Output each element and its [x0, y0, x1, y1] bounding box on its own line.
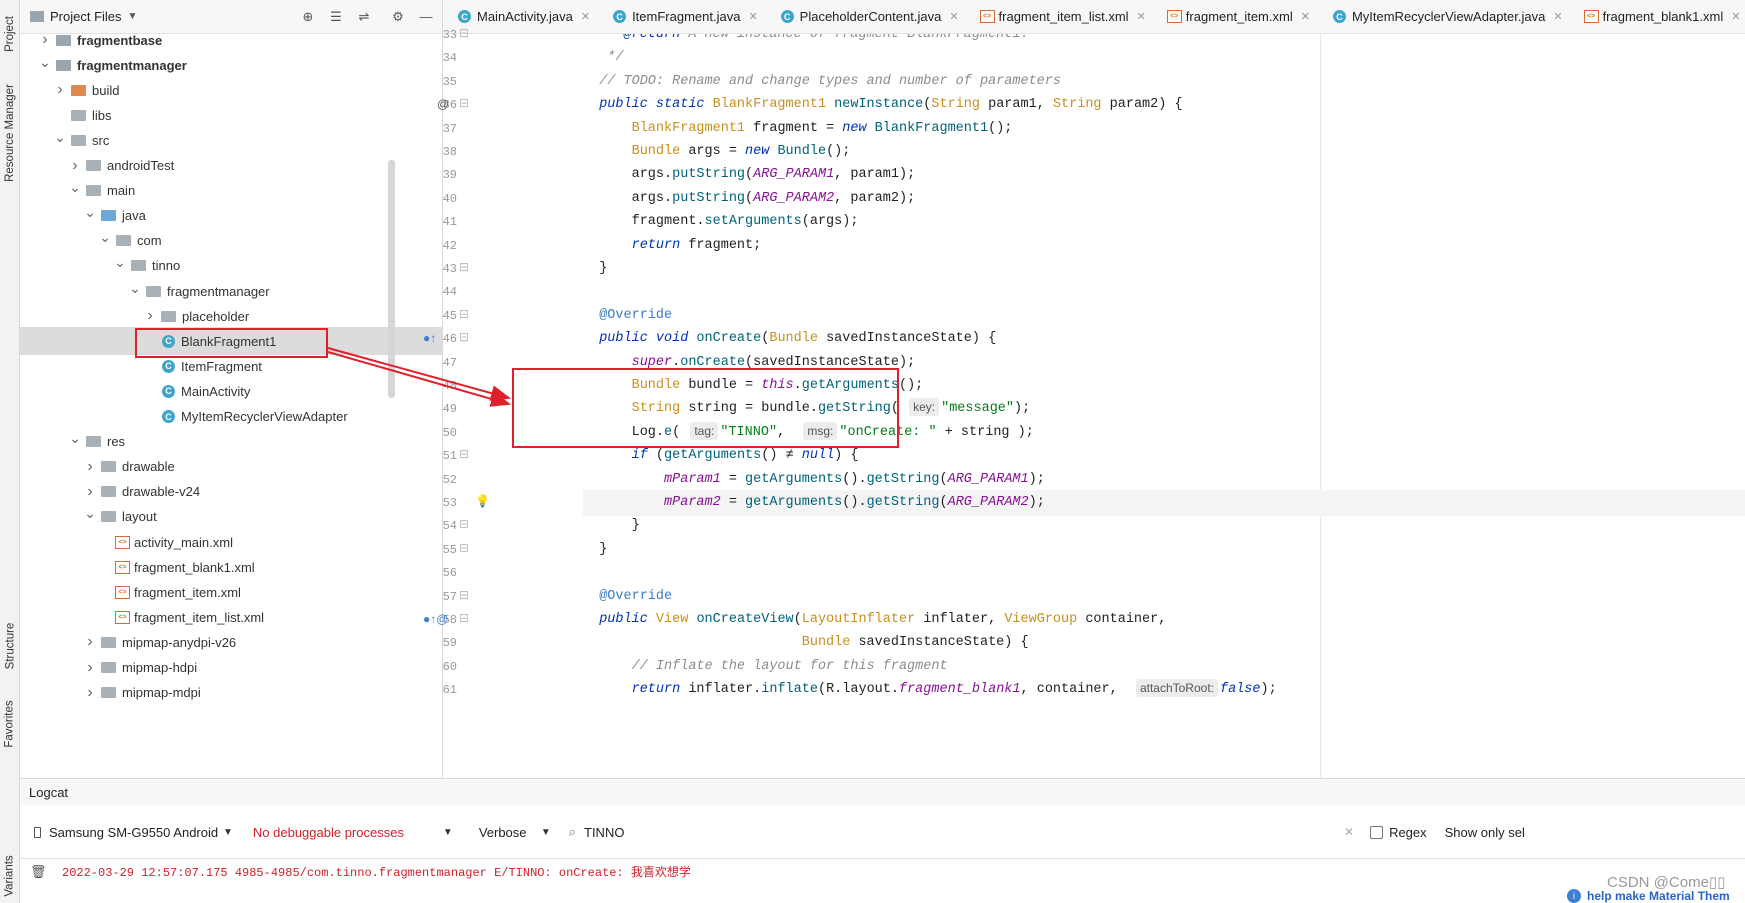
- trash-icon[interactable]: 🗑: [30, 864, 47, 880]
- watermark: CSDN @Come▯▯: [1607, 874, 1726, 891]
- regex-label: Regex: [1389, 824, 1427, 840]
- logcat-search-input[interactable]: TINNO: [584, 825, 1344, 840]
- process-selector[interactable]: No debuggable processes: [253, 825, 443, 840]
- info-icon: i: [1567, 889, 1581, 903]
- logcat-title: Logcat: [29, 785, 69, 800]
- search-icon: ⌕: [568, 824, 576, 839]
- show-only-selected-selector[interactable]: Show only sel: [1445, 825, 1525, 840]
- device-icon: [34, 826, 41, 838]
- chevron-down-icon[interactable]: ▼: [223, 827, 233, 838]
- clear-search-icon[interactable]: ✕: [1344, 825, 1354, 839]
- logcat-title-bar: Logcat: [20, 778, 1745, 806]
- regex-checkbox[interactable]: [1370, 825, 1384, 839]
- annotation-arrows: [327, 347, 511, 407]
- logcat-toolbar: Samsung SM-G9550 Android 7. ▼ No debugga…: [20, 806, 1745, 858]
- chevron-down-icon[interactable]: ▼: [541, 827, 551, 838]
- notification-link[interactable]: help make Material Them: [1587, 889, 1730, 903]
- chevron-down-icon[interactable]: ▼: [443, 827, 453, 838]
- log-level-selector[interactable]: Verbose: [479, 825, 541, 840]
- logcat-output: 🗑 2022-03-29 12:57:07.175 4985-4985/com.…: [20, 858, 1745, 903]
- log-line: 2022-03-29 12:57:07.175 4985-4985/com.ti…: [62, 866, 691, 880]
- device-selector[interactable]: Samsung SM-G9550 Android 7.: [49, 825, 219, 840]
